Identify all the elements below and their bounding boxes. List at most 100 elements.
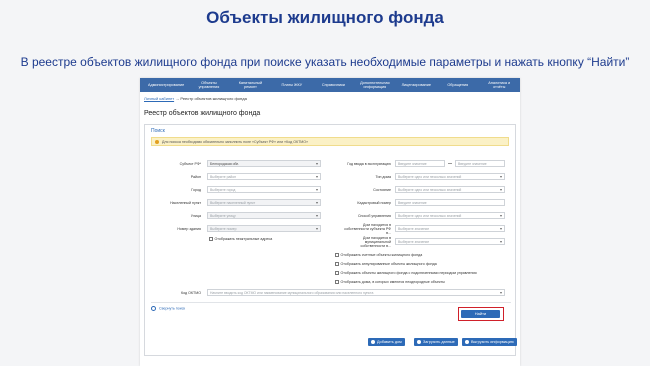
nav-item[interactable]: Капитальный ремонт bbox=[230, 81, 271, 89]
label-management: Способ управления bbox=[357, 214, 391, 218]
chevron-down-icon bbox=[316, 162, 318, 165]
range-dash bbox=[448, 163, 452, 164]
label-settlement: Населенный пункт bbox=[170, 201, 201, 205]
chevron-down-icon bbox=[316, 175, 318, 178]
plus-icon bbox=[371, 340, 375, 344]
label-house-type: Тип дома bbox=[375, 175, 391, 179]
upload-data-button[interactable]: Загрузить данные bbox=[414, 338, 458, 346]
upload-data-label: Загрузить данные bbox=[423, 340, 455, 344]
settlement-select[interactable]: Выберите населенный пункт bbox=[207, 199, 321, 206]
subject-value: Белгородская обл. bbox=[210, 162, 240, 166]
breadcrumb-current: Реестр объектов жилищного фонда bbox=[180, 96, 247, 101]
year-from-input[interactable]: Введите значение bbox=[395, 160, 445, 167]
management-value: Выберите одно или несколько значений bbox=[398, 214, 462, 218]
checkbox-box bbox=[335, 280, 339, 284]
slide-subtitle: В реестре объектов жилищного фонда при п… bbox=[20, 55, 630, 69]
checkbox-label: Отображать счетные объекты жилищного фон… bbox=[340, 253, 423, 257]
checkbox-box bbox=[335, 253, 339, 257]
info-icon bbox=[155, 139, 159, 144]
cadastral-placeholder: Введите значение bbox=[398, 201, 427, 205]
cadastral-input[interactable]: Введите значение bbox=[395, 199, 505, 206]
nav-item[interactable]: Объекты управления bbox=[188, 81, 229, 89]
label-subject: Субъект РФ* bbox=[179, 162, 201, 166]
nav-item[interactable]: Справочники bbox=[313, 83, 354, 87]
municipal-ownership-select[interactable]: Выберите значение bbox=[395, 238, 505, 245]
building-value: Выберите номер bbox=[210, 227, 237, 231]
chevron-down-icon bbox=[500, 227, 502, 230]
city-value: Выберите город bbox=[210, 188, 236, 192]
chevron-down-icon bbox=[500, 175, 502, 178]
chevron-down-icon bbox=[500, 291, 502, 294]
collapse-icon bbox=[151, 306, 156, 311]
house-type-value: Выберите одно или несколько значений bbox=[398, 175, 462, 179]
chevron-down-icon bbox=[316, 214, 318, 217]
download-icon bbox=[465, 340, 469, 344]
building-select[interactable]: Выберите номер bbox=[207, 225, 321, 232]
search-panel-header[interactable]: Поиск bbox=[151, 128, 165, 134]
year-to-placeholder: Введите значение bbox=[458, 162, 487, 166]
checkbox-label: Отображать объекты жилищного фонда с под… bbox=[340, 271, 477, 275]
label-cadastral: Кадастровый номер bbox=[357, 201, 391, 205]
include-addresses-label: Отображать неактуальные адреса bbox=[214, 237, 273, 241]
street-select[interactable]: Выберите улицу bbox=[207, 212, 321, 219]
search-panel: Поиск Для поиска необходимо обязательно … bbox=[144, 124, 516, 356]
breadcrumb: Личный кабинет → Реестр объектов жилищно… bbox=[144, 96, 247, 101]
export-info-label: Выгрузить информацию bbox=[471, 340, 514, 344]
street-value: Выберите улицу bbox=[210, 214, 236, 218]
add-house-button[interactable]: Добавить дом bbox=[368, 338, 405, 346]
label-region-ownership: Дом находится в собственности субъекта Р… bbox=[344, 223, 391, 235]
collapse-search-link[interactable]: Свернуть поиск bbox=[151, 306, 185, 311]
checkbox-count-objects[interactable]: Отображать счетные объекты жилищного фон… bbox=[335, 253, 422, 257]
checkbox-heterogeneous[interactable]: Отображать дома, в которых имеются неодн… bbox=[335, 280, 445, 284]
label-street: Улица bbox=[190, 214, 201, 218]
label-state: Состояние bbox=[373, 188, 391, 192]
chevron-down-icon bbox=[316, 188, 318, 191]
municipal-ownership-value: Выберите значение bbox=[398, 240, 430, 244]
label-municipal-ownership: Дом находится в муниципальной собственно… bbox=[360, 236, 392, 248]
year-to-input[interactable]: Введите значение bbox=[455, 160, 505, 167]
collapse-label: Свернуть поиск bbox=[159, 306, 186, 311]
nav-item[interactable]: Лицензирование bbox=[396, 83, 437, 87]
nav-item[interactable]: Дополнительная информация bbox=[354, 81, 395, 89]
district-select[interactable]: Выберите район bbox=[207, 173, 321, 180]
chevron-down-icon bbox=[316, 227, 318, 230]
top-nav: Администрирование Объекты управления Капит… bbox=[140, 78, 520, 92]
chevron-down-icon bbox=[316, 201, 318, 204]
checkbox-box bbox=[335, 262, 339, 266]
checkbox-annulled-objects[interactable]: Отображать аннулированные объекты жилищн… bbox=[335, 262, 437, 266]
nav-item[interactable]: Платы ЖКУ bbox=[271, 83, 312, 87]
label-building: Номер здания bbox=[177, 227, 201, 231]
nav-item[interactable]: Администрирование bbox=[144, 83, 188, 87]
settlement-value: Выберите населенный пункт bbox=[210, 201, 256, 205]
label-year: Год ввода в эксплуатацию bbox=[347, 162, 391, 166]
checkbox-box bbox=[209, 237, 213, 241]
label-district: Район bbox=[190, 175, 201, 179]
state-select[interactable]: Выберите одно или несколько значений bbox=[395, 186, 505, 193]
year-from-placeholder: Введите значение bbox=[398, 162, 427, 166]
checkbox-management-period[interactable]: Отображать объекты жилищного фонда с под… bbox=[335, 271, 477, 275]
subject-select[interactable]: Белгородская обл. bbox=[207, 160, 321, 167]
nav-item[interactable]: Обращения bbox=[437, 83, 478, 87]
chevron-down-icon bbox=[500, 214, 502, 217]
page-title: Реестр объектов жилищного фонда bbox=[144, 110, 261, 117]
export-info-button[interactable]: Выгрузить информацию bbox=[462, 338, 517, 346]
chevron-down-icon bbox=[500, 188, 502, 191]
checkbox-label: Отображать аннулированные объекты жилищн… bbox=[340, 262, 437, 266]
chevron-down-icon bbox=[500, 240, 502, 243]
region-ownership-select[interactable]: Выберите значение bbox=[395, 225, 505, 232]
label-city: Город bbox=[191, 188, 201, 192]
oktmo-select[interactable]: Начните вводить код ОКТМО или наименован… bbox=[207, 289, 505, 296]
include-addresses-checkbox[interactable]: Отображать неактуальные адреса bbox=[209, 237, 272, 241]
breadcrumb-separator: → bbox=[175, 96, 180, 101]
find-button[interactable]: Найти bbox=[461, 310, 500, 318]
house-type-select[interactable]: Выберите одно или несколько значений bbox=[395, 173, 505, 180]
management-select[interactable]: Выберите одно или несколько значений bbox=[395, 212, 505, 219]
info-alert: Для поиска необходимо обязательно заполн… bbox=[151, 137, 509, 146]
nav-item[interactable]: Аналитика и отчёты bbox=[479, 81, 520, 89]
breadcrumb-home[interactable]: Личный кабинет bbox=[144, 96, 174, 101]
info-alert-text: Для поиска необходимо обязательно заполн… bbox=[162, 140, 309, 144]
find-button-highlight: Найти bbox=[458, 307, 504, 321]
district-value: Выберите район bbox=[210, 175, 237, 179]
city-select[interactable]: Выберите город bbox=[207, 186, 321, 193]
checkbox-label: Отображать дома, в которых имеются неодн… bbox=[340, 280, 445, 284]
